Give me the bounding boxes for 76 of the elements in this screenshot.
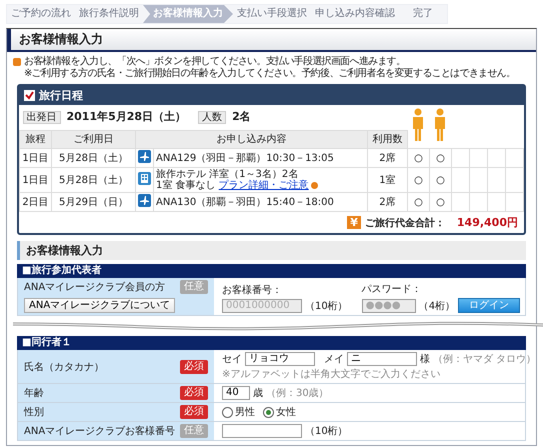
given-name-field[interactable]: ニ bbox=[347, 352, 417, 366]
table-cell: ○ bbox=[430, 148, 452, 168]
table-cell: 2日目 bbox=[20, 192, 52, 212]
table-cell: 1室 bbox=[367, 168, 408, 192]
step-label: ご予約の流れ bbox=[10, 6, 72, 21]
gender-radio[interactable]: 男性 bbox=[222, 405, 255, 419]
table-cell: ○ bbox=[430, 168, 452, 192]
table-cell: 2席 bbox=[367, 148, 408, 168]
field-label: メイ bbox=[324, 353, 344, 366]
total-price: 149,400円 bbox=[456, 215, 518, 230]
party-size: 2名 bbox=[232, 110, 251, 123]
table-cell: 2席 bbox=[367, 192, 408, 212]
field-label: 氏名（カタカナ） bbox=[24, 360, 104, 374]
field-label: お客様番号： bbox=[222, 284, 283, 297]
table-cell: ○ bbox=[408, 192, 430, 212]
table-cell: 5月28日（土） bbox=[52, 148, 136, 168]
digit-hint: （4桁） bbox=[418, 300, 456, 312]
table-cell: ○ bbox=[430, 192, 452, 212]
digit-hint: （10桁） bbox=[305, 300, 348, 313]
table-cell: 1室 食事なし bbox=[156, 180, 216, 191]
about-button[interactable]: ANAマイレージクラブについて bbox=[24, 298, 176, 313]
honorific-text: 様 bbox=[420, 352, 430, 366]
section-bar: ■旅行参加代表者 bbox=[17, 264, 526, 278]
badge: 任意 bbox=[180, 280, 208, 294]
panel-title: お客様情報入力 bbox=[7, 29, 536, 52]
section-title: お客様情報入力 bbox=[17, 241, 526, 260]
table-cell: 5月28日（土） bbox=[52, 168, 136, 192]
surname-field[interactable]: リョコウ bbox=[245, 352, 315, 366]
step-label: 支払い手段選択 bbox=[236, 6, 308, 21]
table-cell: 5月29日（日） bbox=[52, 192, 136, 212]
table-cell: ○ bbox=[408, 168, 430, 192]
badge: 必須 bbox=[180, 386, 208, 400]
example-text: （例：30歳） bbox=[266, 386, 329, 400]
bullet-icon bbox=[13, 58, 21, 66]
step-label: 完了 bbox=[412, 6, 434, 21]
checkbox-icon bbox=[24, 90, 35, 101]
column-header: 利用数 bbox=[367, 130, 408, 148]
departure-date: 2011年5月28日（土） bbox=[66, 110, 186, 123]
field-label: ANAマイレージクラブ会員の方 bbox=[24, 280, 166, 294]
column-header: 旅程 bbox=[20, 130, 52, 148]
table-cell-text: 旅作ホテル 洋室（1～3名）2名 bbox=[156, 169, 298, 180]
section-bar: ■同行者１ bbox=[17, 336, 526, 350]
field-label: 年齢 bbox=[24, 386, 44, 400]
field-label: パスワード： bbox=[362, 283, 423, 296]
step-label: 旅行条件説明 bbox=[78, 6, 140, 21]
table-cell-text: ANA130（那覇－羽田）15:40－18:00 bbox=[156, 196, 335, 208]
field-label: 性別 bbox=[24, 406, 44, 419]
table-cell-text: ANA129（羽田－那覇）10:30－13:05 bbox=[156, 152, 335, 164]
step-label: お客様情報入力 bbox=[143, 5, 233, 23]
table-cell: ○ bbox=[408, 148, 430, 168]
customer-number-field[interactable] bbox=[222, 424, 302, 438]
age-field[interactable]: 40 bbox=[222, 386, 250, 400]
badge: 必須 bbox=[180, 405, 208, 419]
example-text: （例：ヤマダ タロウ） bbox=[433, 353, 536, 366]
badge: 必須 bbox=[180, 360, 208, 374]
yen-icon: ¥ bbox=[347, 216, 361, 229]
table-cell: 1日目 bbox=[20, 168, 52, 192]
instruction-text: お客様情報を入力し、「次へ」ボタンを押してください。支払い手段選択画面へ進みます。 bbox=[24, 56, 406, 68]
column-header: ご利用日 bbox=[52, 130, 136, 148]
unit-text: 歳 bbox=[253, 386, 263, 400]
field-label: セイ bbox=[222, 353, 242, 366]
note-text: ※アルファベットは半角大文字でご入力ください bbox=[222, 368, 442, 381]
field-label: ANAマイレージクラブお客様番号 bbox=[24, 424, 176, 438]
table-cell: 1日目 bbox=[20, 148, 52, 168]
departure-label: 出発日 bbox=[22, 110, 60, 124]
instruction-text: ※ご利用する方の氏名・ご旅行開始日の年齢を入力してください。予約後、ご利用者名を変更することはできません。 bbox=[24, 68, 516, 80]
gender-radio[interactable]: 女性 bbox=[263, 405, 296, 419]
digit-hint: （10桁） bbox=[305, 424, 348, 438]
step-label: 申し込み内容確認 bbox=[314, 6, 396, 21]
itinerary-title: 旅行日程 bbox=[39, 88, 83, 103]
total-label: ご旅行代金合計： bbox=[364, 216, 445, 230]
column-header: お申し込み内容 bbox=[136, 130, 368, 148]
info-icon bbox=[310, 182, 318, 189]
badge: 任意 bbox=[180, 424, 208, 438]
plan-details-link[interactable]: プラン詳細・ご注意 bbox=[218, 180, 309, 191]
party-label: 人数 bbox=[198, 110, 226, 124]
